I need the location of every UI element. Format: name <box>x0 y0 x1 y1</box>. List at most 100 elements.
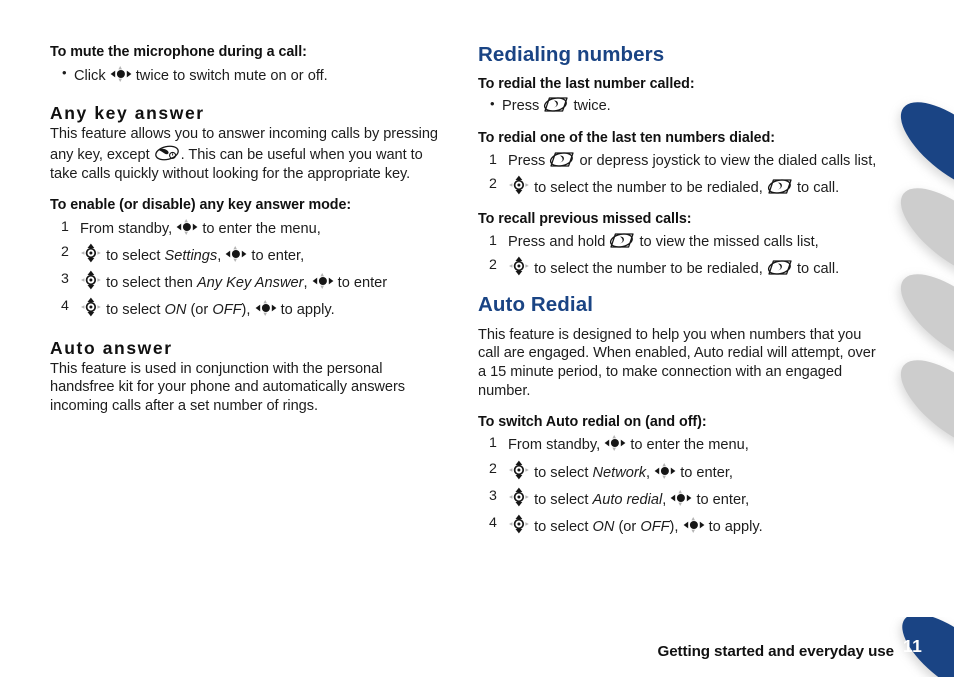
list-item: to select Settings, to enter, <box>50 243 450 267</box>
petal-gray-3 <box>886 344 954 466</box>
petal-gray-1 <box>886 172 954 294</box>
page-number-badge: 11 <box>884 617 954 677</box>
list-item: to select then Any Key Answer, to enter <box>50 270 450 294</box>
step-punct: , <box>217 247 222 264</box>
step-text: to enter, <box>251 247 305 264</box>
petal-gray-2 <box>886 258 954 380</box>
bullet-text-post: twice to switch mute on or off. <box>135 67 328 84</box>
end-call-key-icon <box>154 144 181 162</box>
joystick-left-right-icon <box>654 462 676 480</box>
list-item: to select ON (or OFF), to apply. <box>478 514 886 538</box>
auto-answer-heading: Auto answer <box>50 337 173 358</box>
joystick-up-down-icon <box>508 460 530 480</box>
list-item: Press twice. <box>478 95 886 116</box>
list-item: Click twice to switch mute on or off. <box>50 64 450 86</box>
step-text: to apply. <box>708 518 763 535</box>
step-text: to select <box>106 301 161 318</box>
step-text: to apply. <box>280 301 335 318</box>
step-text: or depress joystick to view the dialed c… <box>579 152 877 169</box>
joystick-up-down-icon <box>80 243 102 263</box>
step-text: to select <box>534 464 589 481</box>
call-key-icon <box>767 259 793 276</box>
step-text: (or <box>618 518 637 535</box>
joystick-left-right-icon <box>312 272 334 290</box>
page-number-text: 11 <box>903 636 923 656</box>
bullet-text-pre: Press <box>502 98 540 115</box>
list-item: Press or depress joystick to view the di… <box>478 151 886 172</box>
step-emphasis: Settings <box>164 247 218 264</box>
step-punct: , <box>662 491 667 508</box>
call-key-icon <box>609 232 635 249</box>
joystick-up-down-icon <box>80 297 102 317</box>
joystick-up-down-icon <box>80 270 102 290</box>
joystick-left-right-icon <box>604 434 626 452</box>
step-emphasis: OFF <box>640 518 670 535</box>
step-text: (or <box>190 301 209 318</box>
any-key-answer-paragraph: This feature allows you to answer incomi… <box>50 125 450 183</box>
manual-page: To mute the microphone during a call: Cl… <box>0 0 954 677</box>
list-item: Press and hold to view the missed calls … <box>478 232 886 253</box>
auto-redial-switch-leadin: To switch Auto redial on (and off): <box>478 413 707 430</box>
joystick-up-down-icon <box>508 256 530 276</box>
list-item: to select Network, to enter, <box>478 460 886 484</box>
joystick-left-right-icon <box>176 218 198 236</box>
step-text: Press and hold <box>508 234 606 251</box>
bullet-text-pre: Click <box>74 67 106 84</box>
step-text: to enter, <box>680 464 733 481</box>
bullet-text-post: twice. <box>573 98 611 115</box>
auto-redial-heading: Auto Redial <box>478 293 593 317</box>
step-punct: , <box>646 464 651 481</box>
step-text: to select <box>106 247 161 264</box>
decorative-petal-strip <box>874 0 954 560</box>
step-punct: ), <box>241 301 251 318</box>
step-text: to select <box>534 491 589 508</box>
step-text: to select the number to be redialed, <box>534 179 763 196</box>
joystick-up-down-icon <box>508 514 530 534</box>
step-text: From standby, <box>80 220 173 237</box>
redial-ten-leadin: To redial one of the last ten numbers di… <box>478 129 775 146</box>
footer-chapter-title: Getting started and everyday use <box>657 643 894 660</box>
step-emphasis: ON <box>592 518 615 535</box>
auto-answer-paragraph: This feature is used in conjunction with… <box>50 360 406 415</box>
call-key-icon <box>543 96 569 113</box>
list-item: to select the number to be redialed, to … <box>478 256 886 280</box>
step-text: From standby, <box>508 437 601 454</box>
joystick-left-right-icon <box>255 299 277 317</box>
list-item: to select the number to be redialed, to … <box>478 175 886 199</box>
petal-blue <box>886 86 954 208</box>
any-key-answer-leadin: To enable (or disable) any key answer mo… <box>50 196 352 213</box>
joystick-left-right-icon <box>225 245 247 263</box>
redial-last-bullet-list: Press twice. <box>478 95 886 116</box>
step-emphasis: Auto redial <box>592 491 663 508</box>
call-key-icon <box>767 178 793 195</box>
step-emphasis: OFF <box>212 301 242 318</box>
step-text: to select then <box>106 274 193 291</box>
joystick-up-down-icon <box>508 487 530 507</box>
page-footer: Getting started and everyday use 11 <box>494 617 954 677</box>
step-emphasis: ON <box>164 301 187 318</box>
joystick-left-right-icon <box>670 489 692 507</box>
auto-redial-paragraph: This feature is designed to help you whe… <box>478 326 876 399</box>
step-text: to enter the menu, <box>202 220 321 237</box>
step-punct: ), <box>669 518 679 535</box>
step-text: to view the missed calls list, <box>639 234 819 251</box>
recall-missed-steps: Press and hold to view the missed calls … <box>478 232 886 280</box>
step-text: to call. <box>796 179 840 196</box>
step-punct: , <box>303 274 308 291</box>
call-key-icon <box>549 151 575 168</box>
list-item: From standby, to enter the menu, <box>50 218 450 240</box>
list-item: to select Auto redial, to enter, <box>478 487 886 511</box>
step-emphasis: Any Key Answer <box>196 274 304 291</box>
right-column: Redialing numbers To redial the last num… <box>478 43 886 541</box>
step-text: to call. <box>796 261 840 278</box>
redial-last-leadin: To redial the last number called: <box>478 75 695 92</box>
redial-ten-steps: Press or depress joystick to view the di… <box>478 151 886 199</box>
any-key-answer-steps: From standby, to enter the menu, to sele… <box>50 218 450 321</box>
mute-bullet-list: Click twice to switch mute on or off. <box>50 64 450 86</box>
step-text: to select the number to be redialed, <box>534 261 763 278</box>
mute-leadin: To mute the microphone during a call: <box>50 44 307 60</box>
step-text: to enter <box>337 274 388 291</box>
joystick-up-down-icon <box>508 175 530 195</box>
step-emphasis: Network <box>592 464 647 481</box>
list-item: From standby, to enter the menu, <box>478 434 886 456</box>
